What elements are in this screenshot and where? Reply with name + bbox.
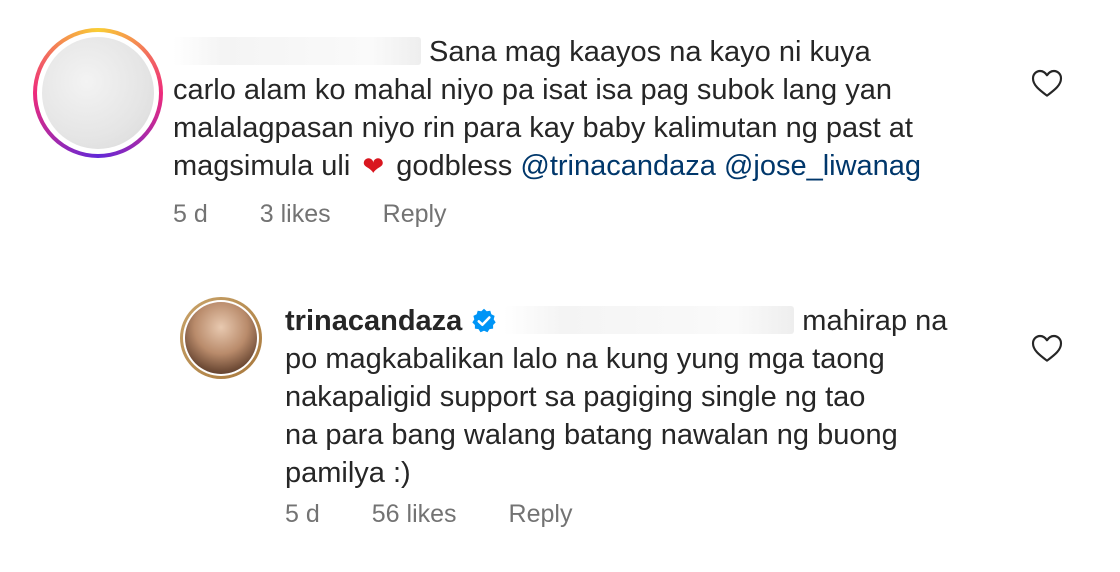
heart-outline-icon[interactable] <box>1031 68 1063 98</box>
heart-outline-icon[interactable] <box>1031 333 1063 363</box>
comment-text-line-1: trinacandaza mahirap na <box>285 305 948 337</box>
mention-link[interactable]: @jose_liwanag <box>724 150 921 182</box>
reply-button[interactable]: Reply <box>383 200 447 228</box>
comment-text-line-2: carlo alam ko mahal niyo pa isat isa pag… <box>173 74 892 106</box>
comment-text-line-1: Sana mag kaayos na kayo ni kuya <box>173 33 871 71</box>
comment-text-line-3: malalagpasan niyo rin para kay baby kali… <box>173 112 913 144</box>
timestamp: 5 d <box>285 500 320 528</box>
comment-text-line-4: na para bang walang batang nawalan ng bu… <box>285 419 898 451</box>
comment-text-line-5: pamilya :) <box>285 457 411 489</box>
comment-text-line-3: nakapaligid support sa pagiging single n… <box>285 381 866 413</box>
avatar[interactable] <box>180 297 262 379</box>
redacted-mention <box>504 306 795 334</box>
timestamp: 5 d <box>173 200 208 228</box>
reply-button[interactable]: Reply <box>509 500 573 528</box>
likes-count[interactable]: 56 likes <box>372 500 457 528</box>
username[interactable]: trinacandaza <box>285 305 462 337</box>
avatar[interactable] <box>33 28 163 158</box>
verified-badge-icon <box>472 308 496 333</box>
likes-count[interactable]: 3 likes <box>260 200 331 228</box>
comment-meta: 5 d 56 likes Reply <box>285 500 624 529</box>
comment-text-line-4: magsimula uli ❤ godbless @trinacandaza @… <box>173 150 922 182</box>
redacted-username <box>173 37 421 65</box>
mention-link[interactable]: @trinacandaza <box>520 150 716 182</box>
red-heart-emoji: ❤ <box>362 151 385 181</box>
comment-meta: 5 d 3 likes Reply <box>173 200 499 229</box>
comment-text-line-2: po magkabalikan lalo na kung yung mga ta… <box>285 343 885 375</box>
